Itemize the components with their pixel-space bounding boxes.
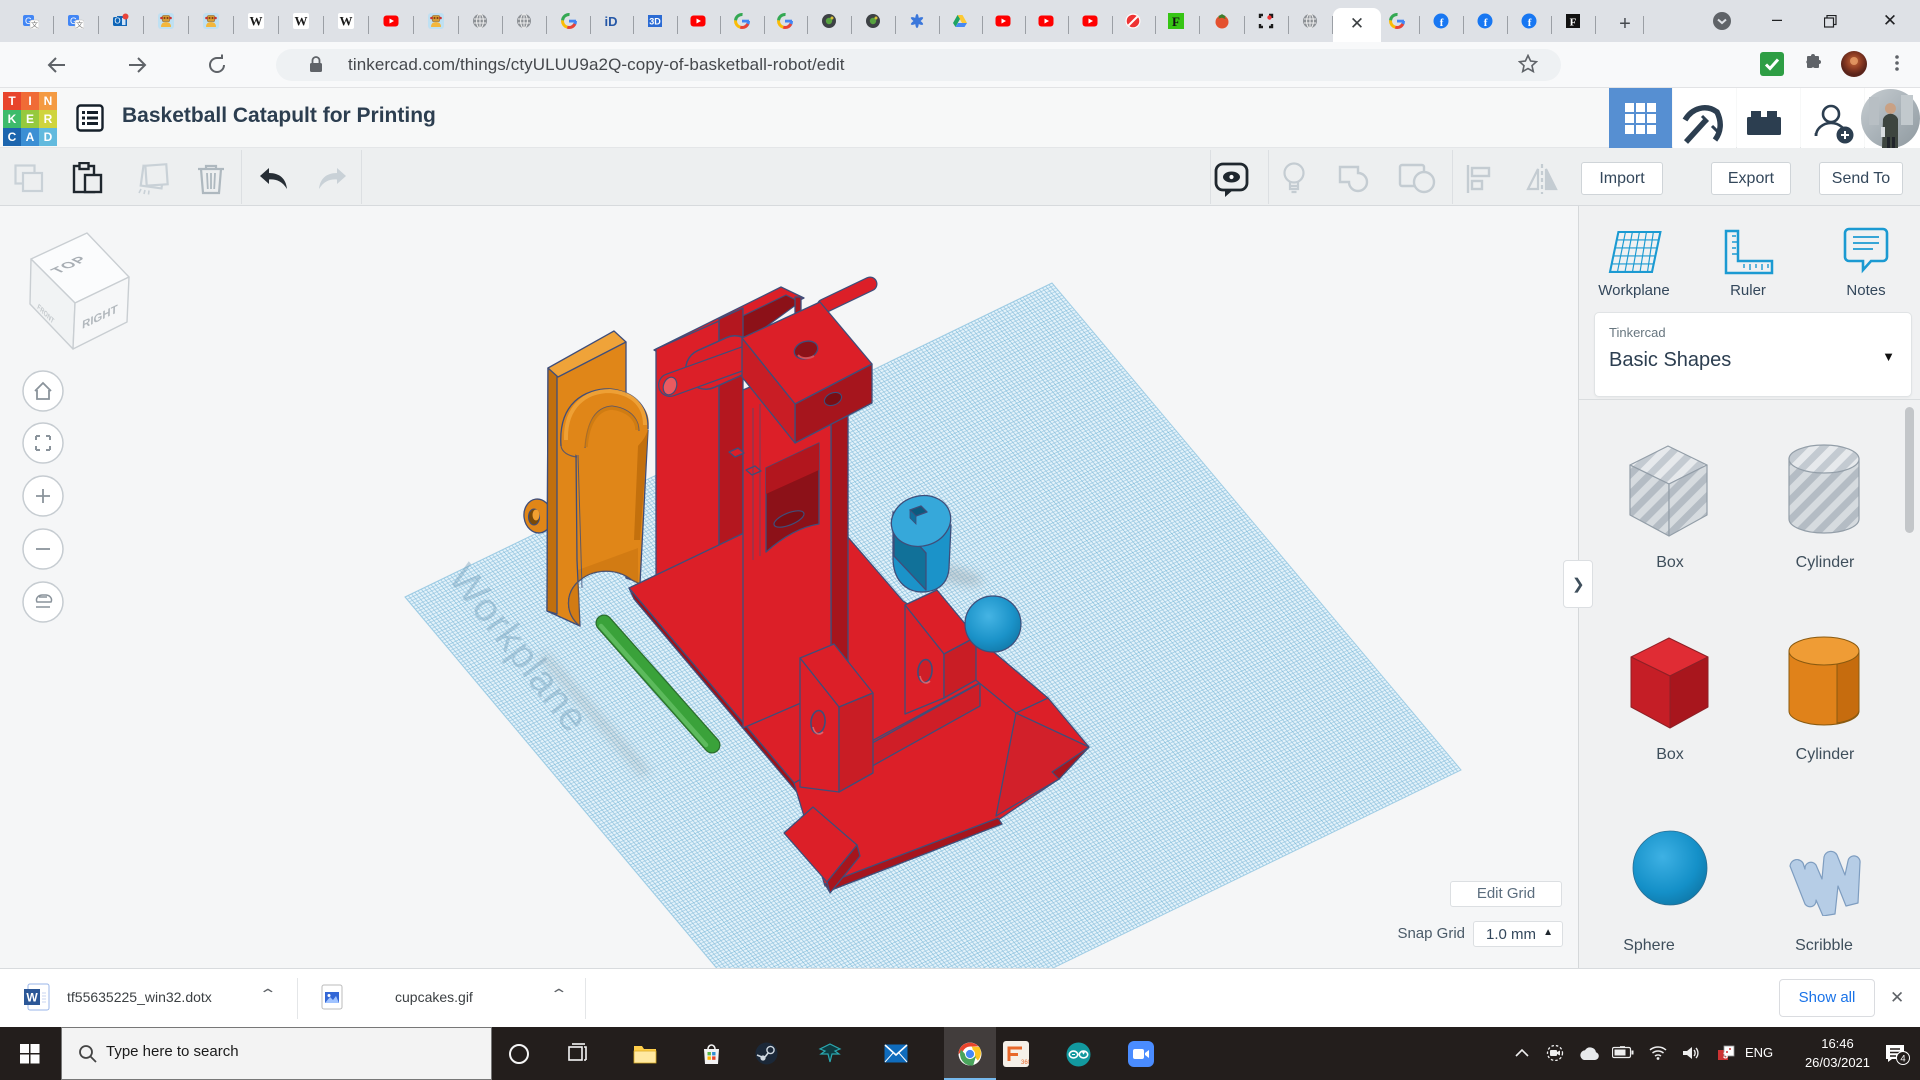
svg-text:F: F <box>1172 14 1180 29</box>
svg-text:3D: 3D <box>649 17 661 27</box>
svg-text:文: 文 <box>76 20 83 29</box>
svg-text:f: f <box>1484 17 1488 29</box>
svg-text:f: f <box>1528 17 1532 29</box>
svg-text:W: W <box>340 14 353 29</box>
svg-text:文: 文 <box>31 20 38 29</box>
svg-text:W: W <box>250 14 263 29</box>
svg-text:iD: iD <box>605 14 618 29</box>
svg-text:4: 4 <box>1900 1054 1905 1065</box>
svg-text:F: F <box>1570 17 1577 29</box>
svg-text:360: 360 <box>1021 1060 1029 1066</box>
svg-text:W: W <box>26 991 38 1005</box>
svg-text:O: O <box>114 17 120 26</box>
svg-text:W: W <box>295 14 308 29</box>
svg-text:f: f <box>1440 17 1444 29</box>
